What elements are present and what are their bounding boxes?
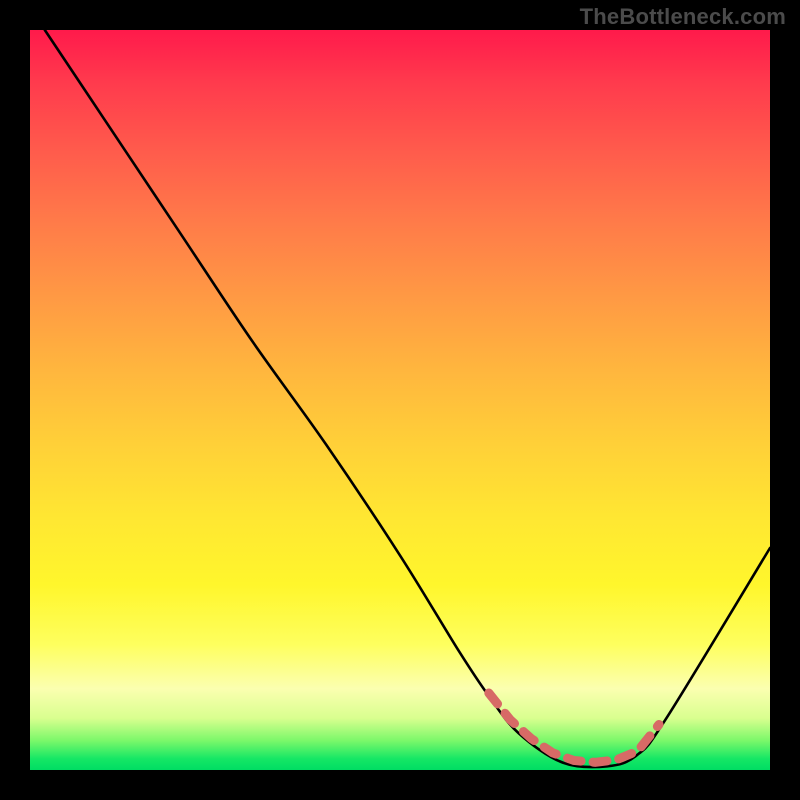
curve-layer	[30, 30, 770, 770]
chart-stage: TheBottleneck.com	[0, 0, 800, 800]
optimal-range-marker	[489, 693, 659, 762]
watermark-text: TheBottleneck.com	[580, 4, 786, 30]
plot-area	[30, 30, 770, 770]
bottleneck-curve	[45, 30, 770, 767]
